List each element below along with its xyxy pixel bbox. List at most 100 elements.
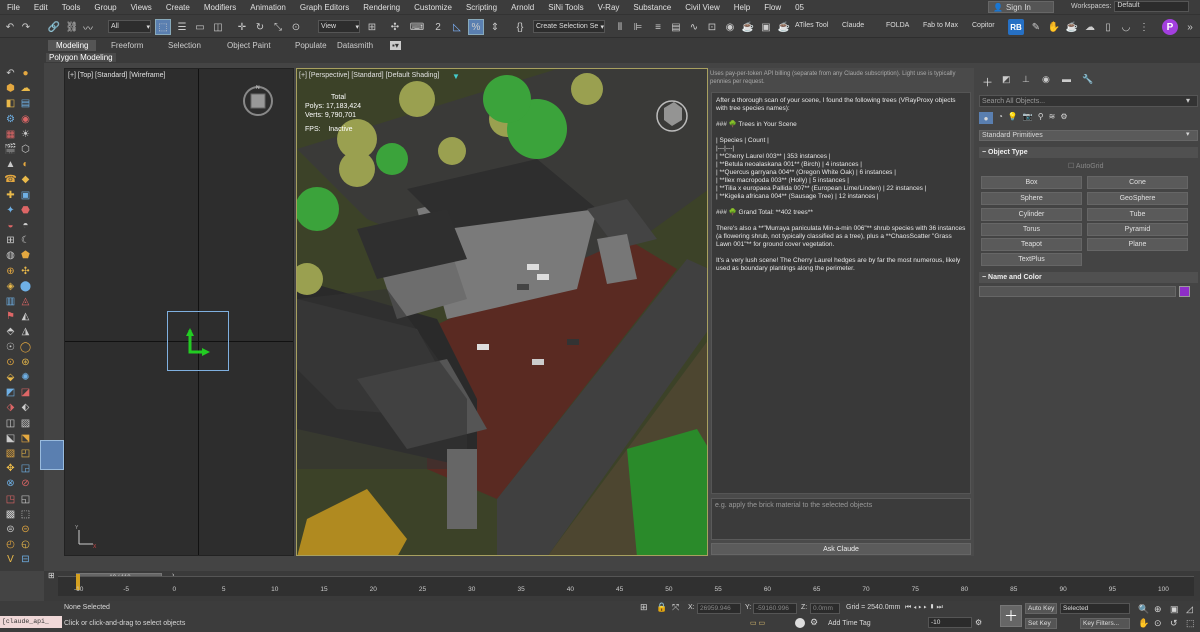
left-tool-icon[interactable]: ☀ bbox=[19, 128, 32, 141]
plugin-atiles-tool[interactable]: ATiles Tool bbox=[795, 22, 828, 29]
percent-snap-icon[interactable]: % bbox=[468, 19, 484, 35]
timeline-expand-icon[interactable]: ⊞ bbox=[48, 571, 55, 580]
left-tool-icon[interactable]: ◧ bbox=[4, 97, 17, 110]
tab-datasmith[interactable]: Datasmith bbox=[337, 41, 373, 50]
left-tool-icon[interactable]: ⬔ bbox=[19, 432, 32, 445]
menu-item-views[interactable]: Views bbox=[124, 3, 159, 12]
keyboard-shortcut-override-icon[interactable]: ⌨ bbox=[409, 19, 425, 35]
reference-coordinate-dropdown[interactable]: View ▾ bbox=[318, 20, 360, 33]
menu-item-arnold[interactable]: Arnold bbox=[504, 3, 541, 12]
add-time-tag[interactable]: Add Time Tag bbox=[828, 620, 871, 627]
select-place-icon[interactable]: ⊙ bbox=[288, 19, 304, 35]
left-tool-icon[interactable]: ◩ bbox=[4, 386, 17, 399]
left-tool-icon[interactable]: ◰ bbox=[19, 447, 32, 460]
left-tool-icon[interactable]: V bbox=[4, 553, 17, 566]
select-object-icon[interactable]: ⬚ bbox=[155, 19, 171, 35]
selection-lock-icon[interactable]: 🔒 bbox=[656, 602, 667, 613]
search-settings-icon[interactable]: ▾ bbox=[1186, 96, 1190, 105]
plugin-claude[interactable]: Claude bbox=[842, 22, 864, 29]
tab-populate[interactable]: Populate bbox=[295, 41, 327, 50]
utilities-tab-icon[interactable]: 🔧 bbox=[1082, 74, 1093, 85]
left-tool-icon[interactable]: ⊕ bbox=[4, 265, 17, 278]
left-tool-icon[interactable]: ✣ bbox=[19, 265, 32, 278]
edit-named-selection-icon[interactable]: {} bbox=[512, 19, 528, 35]
time-config-icon[interactable]: ⚙ bbox=[975, 618, 982, 627]
spinner-snap-icon[interactable]: ⇕ bbox=[487, 19, 503, 35]
claude-prompt-input[interactable]: e.g. apply the brick material to the sel… bbox=[711, 498, 971, 540]
top-viewport[interactable]: [+] [Top] [Standard] [Wireframe] N YX bbox=[64, 68, 294, 556]
z-coordinate-field[interactable]: 0.0mm bbox=[810, 603, 840, 614]
left-tool-icon[interactable]: ◴ bbox=[4, 538, 17, 551]
render-setup-icon[interactable]: ☕ bbox=[740, 19, 756, 35]
top-viewport-label[interactable]: [+] [Top] [Standard] [Wireframe] bbox=[68, 72, 165, 79]
x-coordinate-field[interactable]: 26959.946 bbox=[697, 603, 741, 614]
left-tool-icon[interactable]: ⚑ bbox=[4, 310, 17, 323]
set-key-button[interactable]: Set Key bbox=[1025, 618, 1057, 629]
geosphere-button[interactable]: GeoSphere bbox=[1087, 192, 1188, 205]
left-tool-icon[interactable]: ◮ bbox=[19, 325, 32, 338]
systems-icon[interactable]: ⚙ bbox=[1060, 112, 1067, 124]
left-tool-icon[interactable]: ◆ bbox=[19, 173, 32, 186]
pyramid-button[interactable]: Pyramid bbox=[1087, 223, 1188, 236]
claude-response[interactable]: After a thorough scan of your scene, I f… bbox=[711, 92, 971, 494]
menu-item-edit[interactable]: Edit bbox=[27, 3, 55, 12]
plugin-tool-icon[interactable]: ✎ bbox=[1028, 19, 1044, 35]
named-selection-sets-dropdown[interactable]: Create Selection Se ▾ bbox=[533, 20, 605, 33]
select-manipulate-icon[interactable]: ✣ bbox=[387, 19, 403, 35]
toolbar-more-icon[interactable]: » bbox=[1182, 19, 1198, 35]
current-frame-field[interactable]: -10 bbox=[928, 617, 972, 628]
link-icon[interactable]: 🔗 bbox=[46, 19, 62, 35]
absolute-transform-icon[interactable]: ⤧ bbox=[672, 602, 679, 613]
left-tool-icon[interactable]: ☉ bbox=[4, 341, 17, 354]
left-tool-icon[interactable]: ☾ bbox=[19, 234, 32, 247]
menu-item-rendering[interactable]: Rendering bbox=[356, 3, 407, 12]
perspective-viewport[interactable]: [+] [Perspective] [Standard] [Default Sh… bbox=[296, 68, 708, 556]
zoom-extents-icon[interactable]: ▣ bbox=[1170, 604, 1179, 615]
left-tool-icon[interactable]: ✦ bbox=[4, 204, 17, 217]
display-tab-icon[interactable]: ▬ bbox=[1062, 74, 1071, 84]
menu-item-help[interactable]: Help bbox=[727, 3, 757, 12]
left-tool-icon[interactable]: ⬢ bbox=[4, 82, 17, 95]
select-scale-icon[interactable]: ⤡ bbox=[270, 19, 286, 35]
plane-button[interactable]: Plane bbox=[1087, 238, 1188, 251]
viewport-layout-icon[interactable]: ▭ ▭ bbox=[750, 619, 765, 627]
tab-object-paint[interactable]: Object Paint bbox=[227, 41, 271, 50]
left-tool-icon[interactable]: 🎬 bbox=[4, 143, 17, 156]
tube-button[interactable]: Tube bbox=[1087, 208, 1188, 221]
left-tool-icon[interactable]: ⬤ bbox=[19, 280, 32, 293]
add-time-tag-icon[interactable]: ⚙ bbox=[810, 617, 818, 628]
isolate-selection-icon[interactable]: ⊞ bbox=[640, 602, 648, 613]
left-tool-icon[interactable]: ⬗ bbox=[4, 401, 17, 414]
plugin-cloud-icon[interactable]: ☁ bbox=[1082, 19, 1098, 35]
gizmo-icon[interactable] bbox=[167, 311, 229, 371]
left-tool-icon[interactable]: ✚ bbox=[4, 189, 17, 202]
geometry-icon[interactable]: ● bbox=[979, 112, 993, 124]
left-tool-icon[interactable]: ◓ bbox=[19, 219, 32, 232]
polygon-modeling-label[interactable]: Polygon Modeling bbox=[46, 53, 116, 62]
rb-plugin-icon[interactable]: RB bbox=[1008, 19, 1024, 35]
menu-item-v-ray[interactable]: V-Ray bbox=[591, 3, 627, 12]
left-tool-icon[interactable]: ▨ bbox=[19, 417, 32, 430]
orbit-icon[interactable]: ↺ bbox=[1170, 618, 1178, 629]
menu-item-modifiers[interactable]: Modifiers bbox=[197, 3, 243, 12]
plugin-fab-to-max[interactable]: Fab to Max bbox=[923, 22, 958, 29]
schematic-view-icon[interactable]: ⊡ bbox=[704, 19, 720, 35]
menu-item-customize[interactable]: Customize bbox=[407, 3, 459, 12]
ask-claude-button[interactable]: Ask Claude bbox=[711, 543, 971, 555]
left-tool-icon[interactable]: ◐ bbox=[19, 158, 32, 171]
left-tool-icon[interactable]: ▧ bbox=[4, 447, 17, 460]
scene-explorer-icon[interactable]: ≡ bbox=[650, 19, 666, 35]
left-tool-icon[interactable]: ⊟ bbox=[19, 553, 32, 566]
left-tool-icon[interactable]: ↶ bbox=[4, 67, 17, 80]
viewport-layout-tab[interactable] bbox=[40, 440, 64, 470]
left-tool-icon[interactable]: ⚙ bbox=[4, 113, 17, 126]
menu-item-create[interactable]: Create bbox=[159, 3, 197, 12]
auto-key-button[interactable]: Auto Key bbox=[1025, 603, 1057, 614]
left-tool-icon[interactable]: ⬣ bbox=[19, 204, 32, 217]
tab-selection[interactable]: Selection bbox=[168, 41, 201, 50]
left-tool-icon[interactable]: ● bbox=[19, 67, 32, 80]
menu-item-graph-editors[interactable]: Graph Editors bbox=[293, 3, 356, 12]
left-tool-icon[interactable]: ☎ bbox=[4, 173, 17, 186]
left-tool-icon[interactable]: ▥ bbox=[4, 295, 17, 308]
category-dropdown[interactable]: Standard Primitives bbox=[979, 130, 1198, 141]
